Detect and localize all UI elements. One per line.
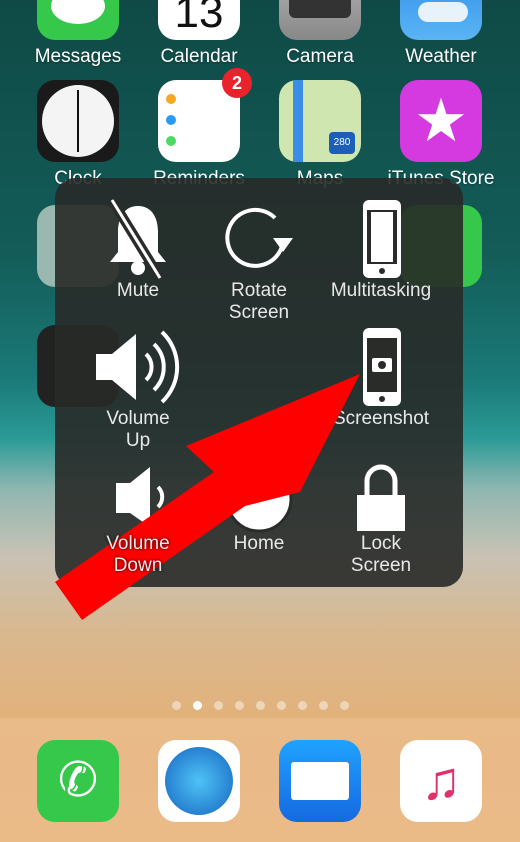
red-arrow-annotation bbox=[55, 374, 360, 620]
page-dot[interactable] bbox=[318, 701, 328, 710]
page-dot[interactable] bbox=[234, 701, 244, 710]
page-dot[interactable] bbox=[276, 701, 286, 710]
music-icon[interactable]: ♫ bbox=[400, 740, 482, 822]
dock: ✆ ♫ bbox=[0, 718, 520, 842]
page-dot[interactable] bbox=[171, 701, 181, 710]
page-dot[interactable] bbox=[297, 701, 307, 710]
safari-icon[interactable] bbox=[158, 740, 240, 822]
page-dot[interactable] bbox=[213, 701, 223, 710]
notification-badge: 2 bbox=[222, 68, 252, 98]
page-dot[interactable] bbox=[339, 701, 349, 710]
mail-icon[interactable] bbox=[279, 740, 361, 822]
page-dot[interactable] bbox=[192, 701, 202, 710]
page-indicator[interactable] bbox=[0, 697, 520, 715]
phone-icon[interactable]: ✆ bbox=[37, 740, 119, 822]
page-dot[interactable] bbox=[255, 701, 265, 710]
